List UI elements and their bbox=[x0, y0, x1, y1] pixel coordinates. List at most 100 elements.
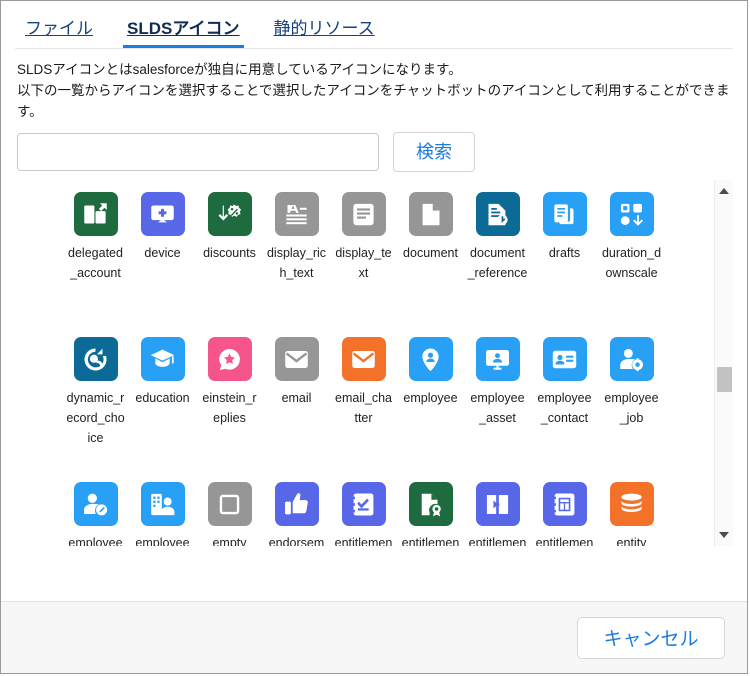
empty-square-icon[interactable] bbox=[208, 482, 252, 526]
icon-picker-dialog: ファイル SLDSアイコン 静的リソース SLDSアイコンとはsalesforc… bbox=[0, 0, 748, 674]
scroll-up-arrow[interactable] bbox=[715, 182, 733, 200]
icon-cell[interactable]: display_rich_text bbox=[263, 192, 330, 337]
speech-star-icon[interactable] bbox=[208, 337, 252, 381]
tab-bar-divider bbox=[15, 48, 733, 49]
icon-label: email bbox=[267, 388, 327, 408]
icon-label: einstein_replies bbox=[200, 388, 260, 428]
tab-slds-icon[interactable]: SLDSアイコン bbox=[123, 19, 244, 47]
graduation-cap-icon[interactable] bbox=[141, 337, 185, 381]
icon-cell[interactable]: display_text bbox=[330, 192, 397, 337]
icon-grid: delegated_accountdevicediscountsdisplay_… bbox=[15, 180, 733, 546]
id-card-icon[interactable] bbox=[543, 337, 587, 381]
search-row: 検索 bbox=[1, 122, 747, 172]
description-line-1: SLDSアイコンとはsalesforceが独自に用意しているアイコンになります。 bbox=[17, 59, 731, 80]
checklist-book-icon[interactable] bbox=[342, 482, 386, 526]
icon-label: drafts bbox=[535, 243, 595, 263]
icon-cell[interactable]: entity bbox=[598, 482, 665, 546]
icon-cell[interactable]: duration_downscale bbox=[598, 192, 665, 337]
tab-bar: ファイル SLDSアイコン 静的リソース bbox=[1, 1, 747, 49]
duration-downscale-icon[interactable] bbox=[610, 192, 654, 236]
icon-cell[interactable]: document bbox=[397, 192, 464, 337]
icon-label: device bbox=[133, 243, 193, 263]
icon-label: employee bbox=[401, 388, 461, 408]
icon-label: document_reference bbox=[468, 243, 528, 283]
icon-label: duration_downscale bbox=[602, 243, 662, 283]
icon-label: entitlement_policy bbox=[401, 533, 461, 546]
icon-label: dynamic_record_choice bbox=[66, 388, 126, 448]
icon-label: email_chatter bbox=[334, 388, 394, 428]
tab-slds-icon-label: SLDSアイコン bbox=[127, 19, 240, 38]
icon-cell[interactable]: entitlement_policy bbox=[397, 482, 464, 546]
icon-label: discounts bbox=[200, 243, 260, 263]
triangle-up-icon bbox=[719, 188, 729, 194]
building-arrow-icon[interactable] bbox=[74, 192, 118, 236]
icon-label: display_text bbox=[334, 243, 394, 283]
search-input[interactable] bbox=[17, 133, 379, 171]
icon-label: employee_organization bbox=[133, 533, 193, 546]
process-flow-icon[interactable] bbox=[476, 482, 520, 526]
icon-cell[interactable]: employee_organization bbox=[129, 482, 196, 546]
icon-cell[interactable]: discounts bbox=[196, 192, 263, 337]
document-reference-icon[interactable] bbox=[476, 192, 520, 236]
icon-cell[interactable]: delegated_account bbox=[62, 192, 129, 337]
person-gear-icon[interactable] bbox=[610, 337, 654, 381]
monitor-person-icon[interactable] bbox=[476, 337, 520, 381]
icon-cell[interactable]: employee_job_position bbox=[62, 482, 129, 546]
icon-cell[interactable]: dynamic_record_choice bbox=[62, 337, 129, 482]
icon-label: document bbox=[401, 243, 461, 263]
rich-text-icon[interactable] bbox=[275, 192, 319, 236]
envelope-icon[interactable] bbox=[342, 337, 386, 381]
monitor-plus-icon[interactable] bbox=[141, 192, 185, 236]
icon-cell[interactable]: education bbox=[129, 337, 196, 482]
icon-cell[interactable]: employee_job bbox=[598, 337, 665, 482]
icon-cell[interactable]: email_chatter bbox=[330, 337, 397, 482]
description-line-2: 以下の一覧からアイコンを選択することで選択したアイコンをチャットボットのアイコン… bbox=[17, 80, 731, 122]
icon-grid-scrollbar[interactable] bbox=[714, 180, 733, 546]
icon-cell[interactable]: employee_asset bbox=[464, 337, 531, 482]
icon-cell[interactable]: employee bbox=[397, 337, 464, 482]
icon-cell[interactable]: entitlement_process bbox=[464, 482, 531, 546]
icon-cell[interactable]: device bbox=[129, 192, 196, 337]
envelope-icon[interactable] bbox=[275, 337, 319, 381]
icon-label: entitlement bbox=[334, 533, 394, 546]
search-button[interactable]: 検索 bbox=[393, 132, 475, 172]
policy-seal-icon[interactable] bbox=[409, 482, 453, 526]
icon-label: employee_job bbox=[602, 388, 662, 428]
document-icon[interactable] bbox=[409, 192, 453, 236]
icon-cell[interactable]: document_reference bbox=[464, 192, 531, 337]
template-book-icon[interactable] bbox=[543, 482, 587, 526]
person-pencil-icon[interactable] bbox=[74, 482, 118, 526]
active-tab-indicator bbox=[123, 45, 244, 48]
icon-cell[interactable]: email bbox=[263, 337, 330, 482]
icon-cell[interactable]: drafts bbox=[531, 192, 598, 337]
icon-label: employee_contact bbox=[535, 388, 595, 428]
text-lines-icon[interactable] bbox=[342, 192, 386, 236]
tab-list: ファイル SLDSアイコン 静的リソース bbox=[21, 19, 747, 47]
employee-badge-icon[interactable] bbox=[409, 337, 453, 381]
thumbs-up-icon[interactable] bbox=[275, 482, 319, 526]
percent-down-icon[interactable] bbox=[208, 192, 252, 236]
icon-label: entity bbox=[602, 533, 662, 546]
scroll-down-arrow[interactable] bbox=[715, 526, 733, 544]
icon-label: entitlement_template bbox=[535, 533, 595, 546]
tab-file[interactable]: ファイル bbox=[21, 19, 97, 47]
icon-cell[interactable]: einstein_replies bbox=[196, 337, 263, 482]
icon-label: delegated_account bbox=[66, 243, 126, 283]
cancel-button[interactable]: キャンセル bbox=[577, 617, 725, 659]
dynamic-record-choice-icon[interactable] bbox=[74, 337, 118, 381]
icon-cell[interactable]: endorsement bbox=[263, 482, 330, 546]
tab-static-resource-label: 静的リソース bbox=[274, 19, 375, 38]
icon-label: employee_job_position bbox=[66, 533, 126, 546]
icon-cell[interactable]: entitlement_template bbox=[531, 482, 598, 546]
icon-cell[interactable]: entitlement bbox=[330, 482, 397, 546]
drafts-copy-icon[interactable] bbox=[543, 192, 587, 236]
description-block: SLDSアイコンとはsalesforceが独自に用意しているアイコンになります。… bbox=[1, 49, 747, 122]
building-person-icon[interactable] bbox=[141, 482, 185, 526]
scrollbar-thumb[interactable] bbox=[717, 367, 732, 392]
icon-cell[interactable]: empty bbox=[196, 482, 263, 546]
icon-label: employee_asset bbox=[468, 388, 528, 428]
tab-static-resource[interactable]: 静的リソース bbox=[270, 19, 379, 47]
icon-label: entitlement_process bbox=[468, 533, 528, 546]
database-icon[interactable] bbox=[610, 482, 654, 526]
icon-cell[interactable]: employee_contact bbox=[531, 337, 598, 482]
